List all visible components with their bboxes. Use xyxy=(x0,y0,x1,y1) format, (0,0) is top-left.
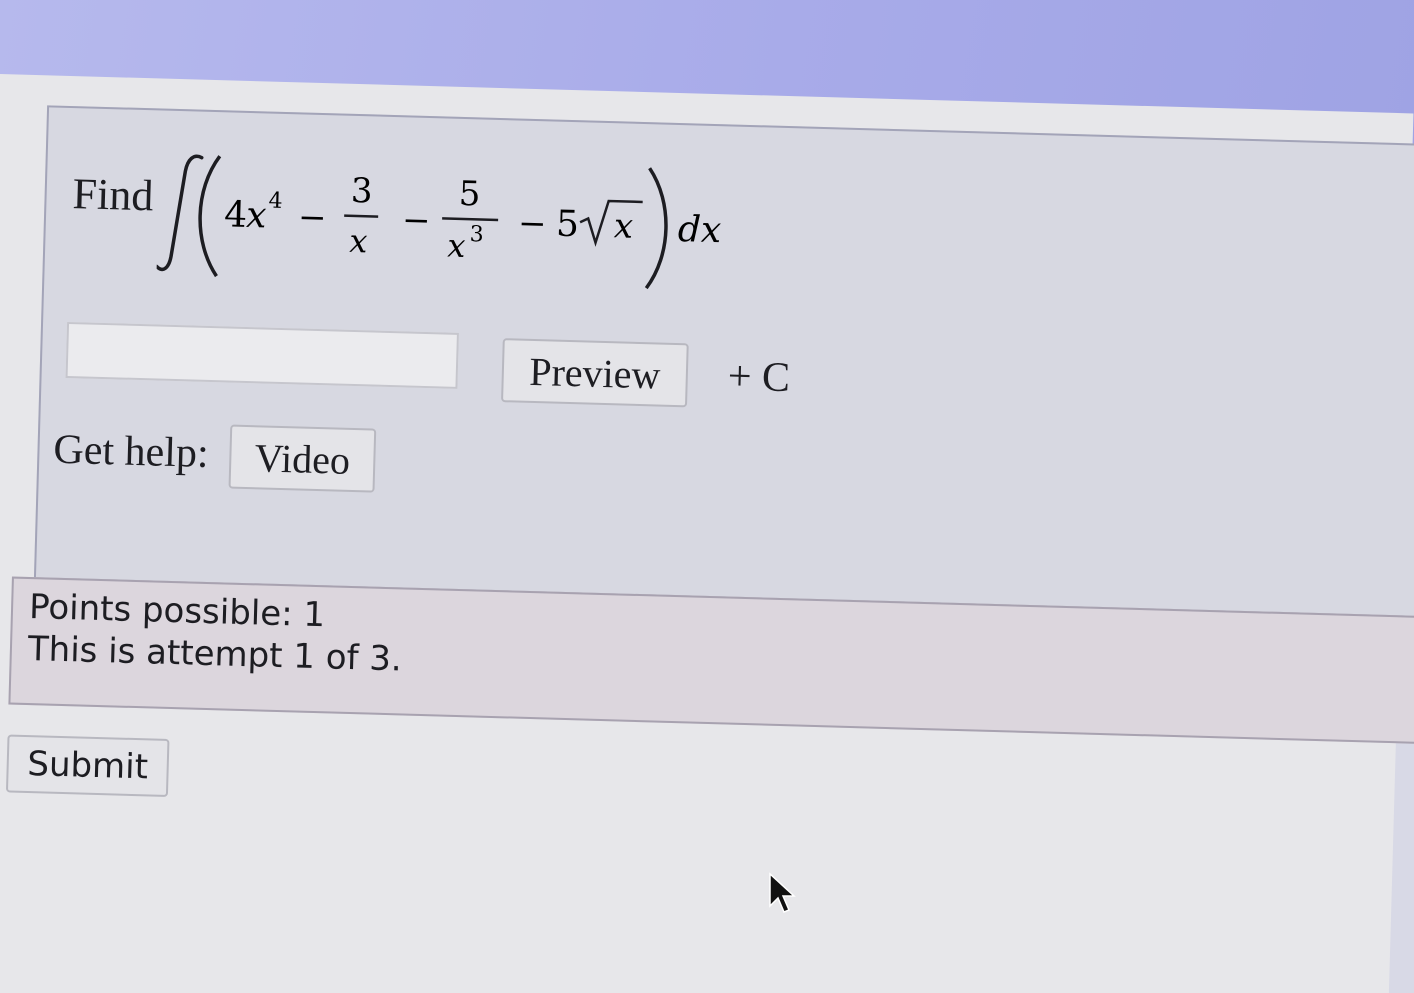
submit-button[interactable]: Submit xyxy=(5,734,170,797)
right-paren xyxy=(644,167,668,290)
frac1-den: x xyxy=(349,222,368,260)
video-help-button[interactable]: Video xyxy=(228,424,377,493)
frac2-den-exp: 3 xyxy=(469,222,484,247)
question-card: Find 4 x 4 − 3 x − 5 x 3 − 5 x dx Previe… xyxy=(33,105,1414,619)
frac1-num: 3 xyxy=(350,171,373,212)
plus-constant-label: + C xyxy=(727,353,791,402)
term1-exp: 4 xyxy=(268,189,283,214)
attempt-count-text: This is attempt 1 of 3. xyxy=(27,629,403,680)
integral-expression: 4 x 4 − 3 x − 5 x 3 − 5 x dx xyxy=(156,154,722,290)
op2-minus: − xyxy=(402,200,432,241)
frac2-bar xyxy=(442,217,499,222)
answer-input[interactable] xyxy=(65,321,459,389)
term1-coef: 4 xyxy=(224,194,248,236)
term4-radicand: x xyxy=(613,206,633,247)
term4-coef: 5 xyxy=(555,204,579,246)
mouse-pointer-icon xyxy=(769,872,796,913)
preview-button[interactable]: Preview xyxy=(501,338,689,408)
op1-minus: − xyxy=(298,197,328,238)
integral-sign xyxy=(156,154,204,272)
frac2-den-var: x xyxy=(447,227,466,265)
points-possible-text: Points possible: 1 xyxy=(28,587,326,636)
op3-minus: − xyxy=(517,204,547,245)
differential: dx xyxy=(677,209,721,251)
page-body: Find 4 x 4 − 3 x − 5 x 3 − 5 x dx Previe… xyxy=(0,74,1414,993)
term1-var: x xyxy=(246,195,267,237)
find-label: Find xyxy=(72,169,155,221)
left-paren xyxy=(198,155,222,278)
frac2-num: 5 xyxy=(458,174,481,215)
frac1-bar xyxy=(344,214,379,218)
screen: Find 4 x 4 − 3 x − 5 x 3 − 5 x dx Previe… xyxy=(0,0,1414,993)
get-help-label: Get help: xyxy=(52,426,210,477)
